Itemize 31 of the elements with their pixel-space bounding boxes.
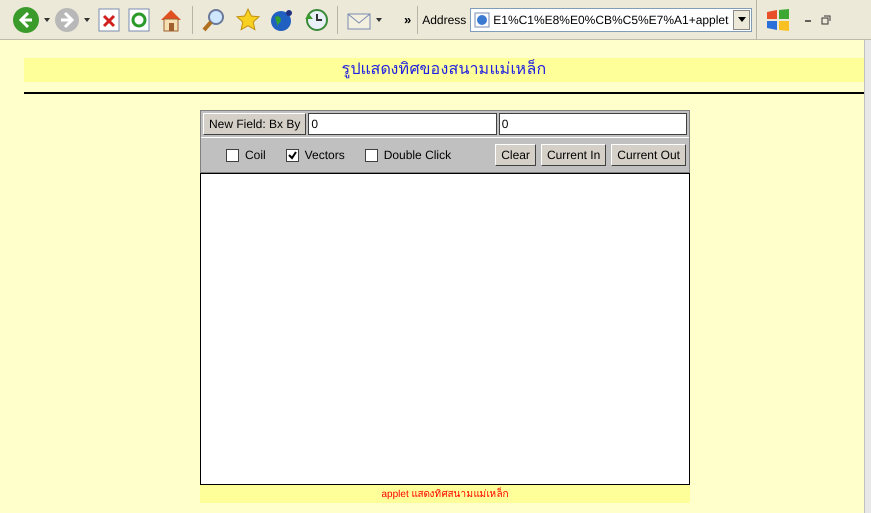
- by-field[interactable]: 0: [498, 113, 688, 135]
- search-icon[interactable]: [201, 6, 227, 32]
- stop-icon[interactable]: [98, 8, 120, 32]
- caret-icon[interactable]: [44, 18, 50, 22]
- checkbox[interactable]: [226, 148, 239, 162]
- checkbox-label: Coil: [245, 147, 266, 164]
- checkbox-label: Double Click: [384, 147, 452, 164]
- checkbox-label: Vectors: [304, 147, 345, 164]
- action-button[interactable]: Clear: [495, 144, 536, 166]
- new-field-button[interactable]: New Field: Bx By: [203, 113, 306, 135]
- address-label: Address: [422, 12, 466, 28]
- bx-field[interactable]: 0: [308, 113, 497, 135]
- address-text: E1%C1%E8%E0%CB%C5%E7%A1+applet: [493, 12, 730, 28]
- scrollbar[interactable]: [864, 40, 871, 513]
- caret-icon[interactable]: [376, 18, 382, 22]
- restore-icon[interactable]: [821, 14, 832, 24]
- caret-icon: [738, 17, 746, 22]
- applet-caption: applet แสดงทิศสนามแม่เหล็ก: [200, 485, 690, 503]
- history-icon[interactable]: [303, 6, 329, 32]
- address-field[interactable]: E1%C1%E8%E0%CB%C5%E7%A1+applet: [470, 8, 752, 32]
- windows-logo-icon: [765, 8, 792, 32]
- caret-icon[interactable]: [84, 18, 90, 22]
- dropdown-button[interactable]: [733, 10, 750, 30]
- action-button[interactable]: Current In: [540, 144, 606, 166]
- page-icon: [474, 12, 490, 28]
- more-chevron[interactable]: »: [404, 10, 412, 30]
- star-icon[interactable]: [235, 6, 261, 32]
- checkbox[interactable]: [286, 148, 299, 162]
- checkbox[interactable]: [364, 148, 378, 162]
- action-button[interactable]: Current Out: [611, 144, 686, 166]
- title-banner: รูปแสดงทิศของสนามแม่เหล็ก: [24, 58, 864, 82]
